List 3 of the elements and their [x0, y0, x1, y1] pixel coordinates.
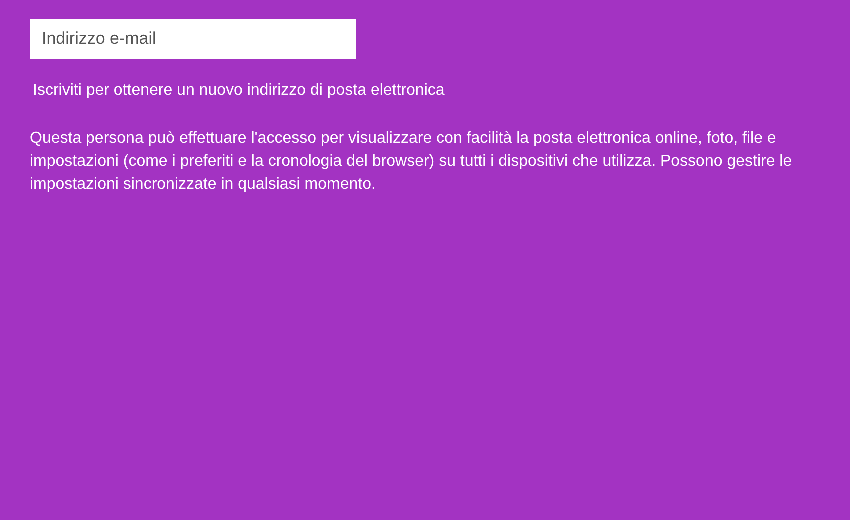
- email-field[interactable]: Indirizzo e-mail: [30, 19, 356, 59]
- description-text: Questa persona può effettuare l'accesso per visualizzare con facilità la posta elettronica online, foto, file e impostazioni (come i preferiti e la cronologia del browser) su tutti i dispositivi che utilizza. Possono gestire le impostazioni sincronizzate in qualsiasi momento.: [30, 129, 794, 195]
- signup-link[interactable]: Iscriviti per ottenere un nuovo indirizzo di posta elettronica: [33, 79, 445, 103]
